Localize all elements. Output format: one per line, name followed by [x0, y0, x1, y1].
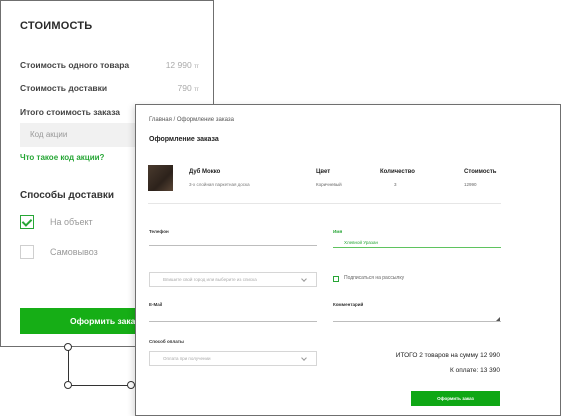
- page-title: Оформление заказа: [149, 136, 219, 143]
- connector-node: [127, 381, 135, 389]
- delivery-option-pickup-checkbox[interactable]: [20, 245, 34, 259]
- delivery-option-pickup-label[interactable]: Самовывоз: [50, 247, 98, 257]
- connector-node: [64, 381, 72, 389]
- chevron-down-icon: [301, 276, 307, 282]
- subscribe-label[interactable]: Подписаться на рассылку: [344, 275, 404, 281]
- subscribe-checkbox[interactable]: [333, 276, 339, 282]
- quantity-header: Количество: [380, 169, 415, 175]
- amount-due-line: К оплате: 13 390: [449, 367, 500, 374]
- delivery-price-value: 790 тг: [177, 83, 200, 93]
- comment-textarea[interactable]: [333, 321, 501, 322]
- divider: [148, 203, 501, 204]
- unit-price-label: Стоимость одного товара: [20, 60, 130, 70]
- price-header: Стоимость: [464, 169, 497, 175]
- promo-placeholder: Код акции: [30, 130, 68, 139]
- order-total-line: ИТОГО 2 товаров на сумму 12 990: [395, 352, 500, 359]
- color-header: Цвет: [316, 169, 331, 175]
- comment-label: Комментарий: [333, 302, 364, 307]
- chevron-down-icon: [301, 355, 307, 361]
- city-select[interactable]: Впишите свой город или выберите из списк…: [149, 272, 317, 287]
- city-select-placeholder: Впишите свой город или выберите из списк…: [163, 277, 257, 282]
- payment-select[interactable]: Оплата при получении: [149, 351, 317, 366]
- delivery-price-label: Стоимость доставки: [20, 83, 108, 93]
- email-label: E-Mail: [149, 302, 163, 307]
- connector-line: [68, 347, 69, 385]
- product-image: [148, 165, 173, 191]
- payment-select-placeholder: Оплата при получении: [163, 356, 211, 361]
- product-price: 12990: [464, 182, 477, 187]
- product-quantity: 3: [394, 182, 397, 187]
- product-name: Дуб Мокко: [189, 169, 221, 175]
- place-order-button[interactable]: Оформить заказ: [411, 391, 500, 406]
- resize-handle-icon[interactable]: [496, 317, 500, 321]
- connector-line: [68, 385, 134, 386]
- payment-label: Способ оплаты: [149, 339, 184, 344]
- delivery-option-object-checkbox[interactable]: [20, 215, 34, 229]
- connector-node: [64, 343, 72, 351]
- promo-help-link[interactable]: Что такое код акции?: [20, 153, 104, 162]
- order-total-label: Итого стоимость заказа: [20, 107, 121, 117]
- phone-label: Телефон: [149, 229, 169, 234]
- cart-title: СТОИМОСТЬ: [20, 20, 93, 32]
- name-value[interactable]: Хлевной Уразан: [344, 240, 378, 245]
- delivery-methods-title: Способы доставки: [20, 190, 115, 201]
- product-description: 3-х слойная паркетная доска: [189, 182, 250, 187]
- name-input[interactable]: [333, 247, 501, 248]
- delivery-option-object-label[interactable]: На объект: [50, 217, 93, 227]
- product-color: Коричневый: [316, 182, 342, 187]
- checkout-page: Главная / Оформление заказа Оформление з…: [135, 104, 561, 416]
- breadcrumb[interactable]: Главная / Оформление заказа: [149, 117, 234, 123]
- unit-price-value: 12 990 тг: [165, 60, 199, 70]
- name-label: Имя: [333, 229, 343, 234]
- email-input[interactable]: [149, 321, 317, 322]
- phone-input[interactable]: [149, 245, 317, 246]
